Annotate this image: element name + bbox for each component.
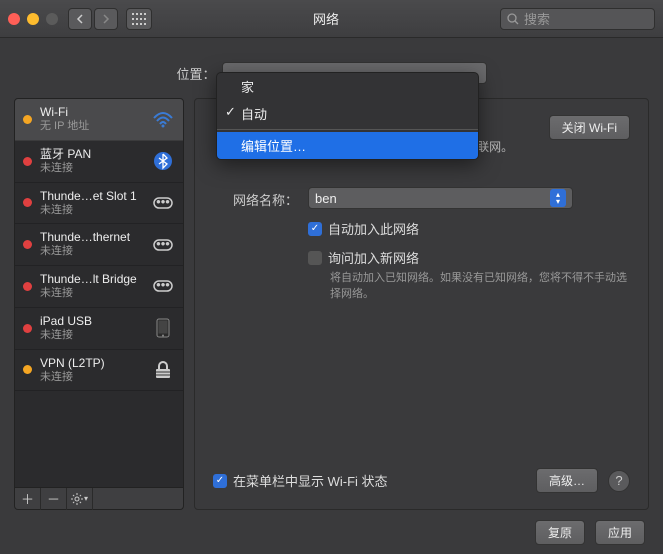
sidebar-footer: ＋ － ▾ (14, 488, 184, 510)
add-service-button[interactable]: ＋ (15, 488, 41, 510)
service-status: 未连接 (40, 162, 143, 176)
service-name: Wi-Fi (40, 105, 143, 120)
status-dot (23, 282, 32, 291)
gear-icon (71, 493, 83, 505)
status-dot (23, 324, 32, 333)
sidebar: Wi-Fi 无 IP 地址 蓝牙 PAN 未连接 Thunde…et Slot … (14, 98, 184, 488)
search-icon (507, 13, 519, 25)
bottom-bar: 复原 应用 (0, 510, 663, 554)
search-field[interactable]: 搜索 (500, 8, 655, 30)
checkbox-unchecked-icon (308, 251, 322, 265)
svg-text:•••: ••• (156, 194, 170, 209)
toggle-wifi-button[interactable]: 关闭 Wi-Fi (549, 115, 630, 140)
show-all-button[interactable] (126, 8, 152, 30)
service-status: 无 IP 地址 (40, 120, 143, 134)
service-name: VPN (L2TP) (40, 356, 143, 371)
service-name: Thunde…et Slot 1 (40, 189, 143, 204)
forward-button[interactable] (94, 8, 118, 30)
popup-arrows-icon: ▴▾ (550, 189, 566, 207)
content: 位置： 家 自动 编辑位置… Wi-Fi 无 IP 地址 蓝牙 PAN 未连接 … (0, 38, 663, 510)
back-button[interactable] (68, 8, 92, 30)
close-window-button[interactable] (8, 13, 20, 25)
service-status: 未连接 (40, 329, 143, 343)
window-controls (8, 13, 58, 25)
status-dot (23, 198, 32, 207)
location-label: 位置： (176, 64, 215, 83)
status-dot (23, 157, 32, 166)
service-status: 未连接 (40, 245, 143, 259)
thunderbolt-icon: ••• (151, 235, 175, 255)
sidebar-item-2[interactable]: Thunde…et Slot 1 未连接 ••• (15, 183, 183, 225)
sidebar-wrap: Wi-Fi 无 IP 地址 蓝牙 PAN 未连接 Thunde…et Slot … (14, 98, 184, 510)
sidebar-item-5[interactable]: iPad USB 未连接 (15, 308, 183, 350)
remove-service-button[interactable]: － (41, 488, 67, 510)
minimize-window-button[interactable] (27, 13, 39, 25)
location-edit[interactable]: 编辑位置… (217, 132, 478, 159)
location-option-auto[interactable]: 自动 (217, 100, 478, 127)
network-name-label: 网络名称： (213, 187, 308, 209)
location-option-home[interactable]: 家 (217, 73, 478, 100)
dropdown-separator (217, 129, 478, 130)
status-dot (23, 365, 32, 374)
svg-text:•••: ••• (156, 277, 170, 292)
checkbox-checked-icon: ✓ (213, 474, 227, 488)
menubar-checkbox[interactable]: ✓ 在菜单栏中显示 Wi-Fi 状态 (213, 471, 388, 490)
checkbox-checked-icon: ✓ (308, 222, 322, 236)
svg-text:•••: ••• (156, 236, 170, 251)
sidebar-item-6[interactable]: VPN (L2TP) 未连接 (15, 350, 183, 392)
status-dot (23, 240, 32, 249)
search-placeholder: 搜索 (524, 9, 550, 28)
thunderbolt-icon: ••• (151, 193, 175, 213)
wifi-icon (151, 109, 175, 129)
ask-join-checkbox[interactable]: 询问加入新网络 (308, 248, 630, 267)
menubar-label: 在菜单栏中显示 Wi-Fi 状态 (233, 471, 388, 490)
auto-join-label: 自动加入此网络 (328, 219, 419, 238)
service-status: 未连接 (40, 204, 143, 218)
auto-join-checkbox[interactable]: ✓ 自动加入此网络 (308, 219, 630, 238)
chevron-down-icon: ▾ (84, 494, 88, 503)
thunderbolt-icon: ••• (151, 276, 175, 296)
nav-buttons (68, 8, 118, 30)
vpn-icon (151, 360, 175, 380)
service-name: Thunde…lt Bridge (40, 272, 143, 287)
titlebar: 网络 搜索 (0, 0, 663, 38)
zoom-window-button (46, 13, 58, 25)
service-name: iPad USB (40, 314, 143, 329)
sidebar-item-0[interactable]: Wi-Fi 无 IP 地址 (15, 99, 183, 141)
sidebar-item-1[interactable]: 蓝牙 PAN 未连接 (15, 141, 183, 183)
sidebar-item-3[interactable]: Thunde…thernet 未连接 ••• (15, 224, 183, 266)
service-name: Thunde…thernet (40, 230, 143, 245)
status-dot (23, 115, 32, 124)
network-name-value: ben (315, 191, 337, 206)
service-name: 蓝牙 PAN (40, 147, 143, 162)
action-menu-button[interactable]: ▾ (67, 488, 93, 510)
advanced-button[interactable]: 高级… (536, 468, 598, 493)
help-button[interactable]: ? (608, 470, 630, 492)
ask-join-hint: 将自动加入已知网络。如果没有已知网络，您将不得不手动选择网络。 (330, 269, 630, 301)
ipad-icon (151, 318, 175, 338)
network-name-popup[interactable]: ben ▴▾ (308, 187, 573, 209)
service-status: 未连接 (40, 371, 143, 385)
apply-button[interactable]: 应用 (595, 520, 645, 545)
revert-button[interactable]: 复原 (535, 520, 585, 545)
location-dropdown: 家 自动 编辑位置… (216, 72, 479, 160)
sidebar-item-4[interactable]: Thunde…lt Bridge 未连接 ••• (15, 266, 183, 308)
service-status: 未连接 (40, 287, 143, 301)
window-title: 网络 (152, 9, 500, 28)
bluetooth-icon (151, 151, 175, 171)
ask-join-label: 询问加入新网络 (328, 248, 419, 267)
